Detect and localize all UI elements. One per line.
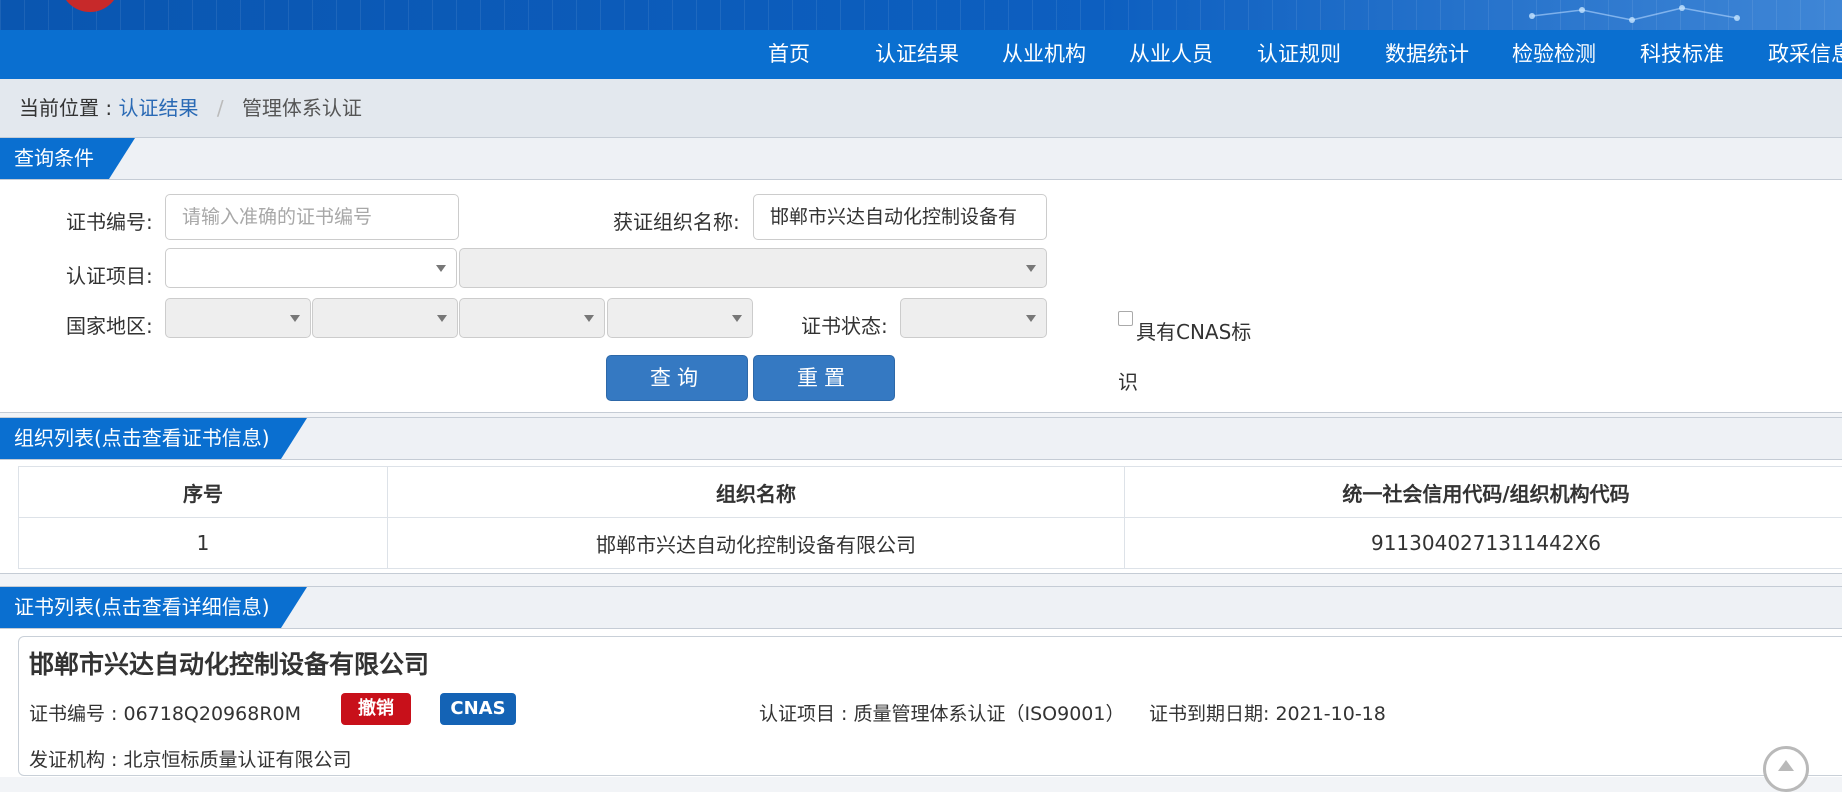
nav-item-personnel[interactable]: 从业人员 (1129, 30, 1213, 79)
network-decoration-icon (1522, 2, 1752, 28)
chevron-down-icon (732, 315, 742, 322)
cert-item-select[interactable] (165, 248, 457, 288)
org-list-title: 组织列表(点击查看证书信息) (0, 418, 307, 459)
nav-item-procurement[interactable]: 政采信息 (1768, 30, 1842, 79)
row-credit-code: 9113040271311442X6 (1125, 518, 1842, 569)
chevron-down-icon (584, 315, 594, 322)
column-header-org-name: 组织名称 (388, 467, 1125, 518)
region-city-select[interactable] (459, 298, 605, 338)
cert-expiry-date: 证书到期日期: 2021-10-18 (1149, 699, 1386, 726)
row-index: 1 (19, 518, 388, 569)
column-header-index: 序号 (19, 467, 388, 518)
nav-item-tech-standards[interactable]: 科技标准 (1640, 30, 1724, 79)
cert-subitem-select[interactable] (459, 248, 1047, 288)
chevron-down-icon (1026, 265, 1036, 272)
cert-no-input[interactable]: 请输入准确的证书编号 (165, 194, 459, 240)
cert-number: 证书编号 : 06718Q20968R0M (29, 699, 301, 726)
cert-item-label: 认证项目: (66, 260, 153, 289)
org-name-input[interactable]: 邯郸市兴达自动化控制设备有 (753, 194, 1047, 240)
cert-no-label: 证书编号: (66, 206, 153, 235)
row-org-name[interactable]: 邯郸市兴达自动化控制设备有限公司 (388, 518, 1125, 569)
back-to-top-button[interactable] (1763, 746, 1809, 792)
nav-item-home[interactable]: 首页 (768, 30, 810, 79)
region-province-select[interactable] (312, 298, 458, 338)
breadcrumb-link-cert-results[interactable]: 认证结果 (118, 96, 198, 120)
cert-list-title: 证书列表(点击查看详细信息) (0, 587, 307, 628)
org-table: 序号 组织名称 统一社会信用代码/组织机构代码 1 邯郸市兴达自动化控制设备有限… (18, 466, 1842, 569)
cnas-checkbox-label: 具有CNAS标识 (1118, 307, 1263, 407)
region-label: 国家地区: (66, 310, 153, 339)
nav-item-inspection[interactable]: 检验检测 (1512, 30, 1596, 79)
breadcrumb: 当前位置 : 认证结果 / 管理体系认证 (0, 79, 1842, 137)
cert-card[interactable]: 邯郸市兴达自动化控制设备有限公司 证书编号 : 06718Q20968R0M 撤… (18, 636, 1842, 776)
nav-item-statistics[interactable]: 数据统计 (1385, 30, 1469, 79)
nav-item-agencies[interactable]: 从业机构 (1002, 30, 1086, 79)
query-panel-title: 查询条件 (0, 138, 135, 179)
column-header-credit-code: 统一社会信用代码/组织机构代码 (1125, 467, 1842, 518)
table-row[interactable]: 1 邯郸市兴达自动化控制设备有限公司 9113040271311442X6 (19, 518, 1842, 569)
breadcrumb-separator: / (217, 96, 224, 120)
cnas-badge: CNAS (440, 693, 516, 725)
breadcrumb-prefix: 当前位置 : (19, 96, 112, 120)
search-button[interactable]: 查询 (606, 355, 748, 401)
cert-org-name: 邯郸市兴达自动化控制设备有限公司 (29, 645, 429, 681)
status-badge-revoked: 撤销 (341, 693, 411, 725)
arrow-up-icon (1778, 760, 1794, 771)
region-country-select[interactable] (165, 298, 311, 338)
main-nav: 首页 认证结果 从业机构 从业人员 认证规则 数据统计 检验检测 科技标准 政采… (0, 30, 1842, 79)
org-name-label: 获证组织名称: (613, 206, 740, 235)
chevron-down-icon (290, 315, 300, 322)
region-district-select[interactable] (607, 298, 753, 338)
chevron-down-icon (436, 265, 446, 272)
cert-item: 认证项目 : 质量管理体系认证（ISO9001） (759, 699, 1124, 726)
chevron-down-icon (1026, 315, 1036, 322)
cert-list-header: 证书列表(点击查看详细信息) (0, 587, 1842, 629)
chevron-down-icon (437, 315, 447, 322)
org-table-header-row: 序号 组织名称 统一社会信用代码/组织机构代码 (19, 467, 1842, 518)
cert-status-label: 证书状态: (801, 310, 888, 339)
site-banner (0, 0, 1842, 30)
breadcrumb-current: 管理体系认证 (242, 96, 362, 120)
nav-item-cert-rules[interactable]: 认证规则 (1257, 30, 1341, 79)
org-list-header: 组织列表(点击查看证书信息) (0, 418, 1842, 460)
nav-item-cert-results[interactable]: 认证结果 (875, 30, 959, 79)
query-panel-header: 查询条件 (0, 138, 1842, 180)
cert-status-select[interactable] (900, 298, 1047, 338)
reset-button[interactable]: 重置 (753, 355, 895, 401)
